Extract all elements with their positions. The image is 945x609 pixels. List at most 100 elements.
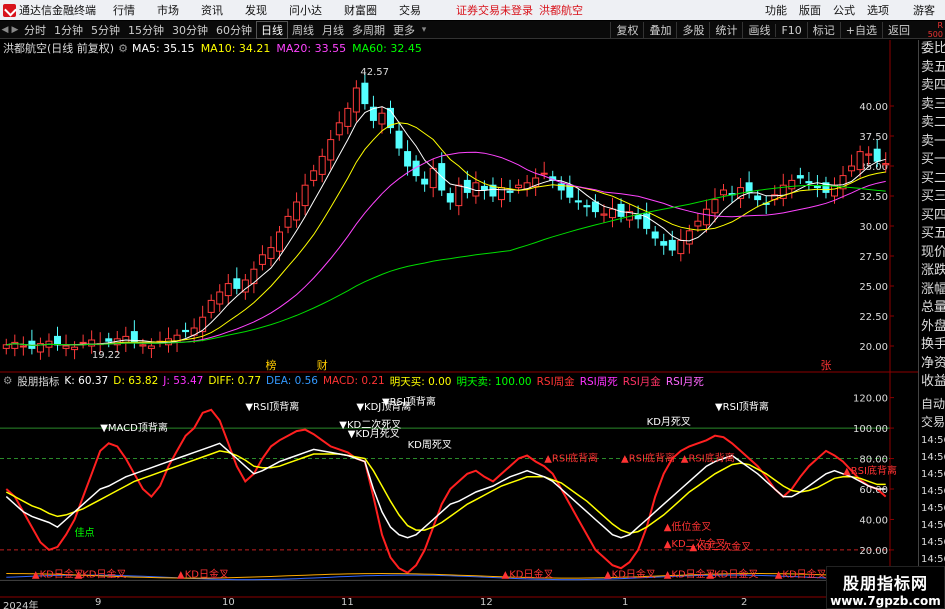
period-toolbar: ◀ ▶ 分时 1分钟 5分钟 15分钟 30分钟 60分钟 日线 周线 月线 多… bbox=[0, 20, 945, 39]
app-logo[interactable]: 通达信金融终端 bbox=[0, 2, 102, 18]
candle-body bbox=[848, 165, 856, 172]
rp-sell4[interactable]: 卖四 bbox=[919, 77, 945, 96]
period-weekly[interactable]: 周线 bbox=[288, 22, 318, 38]
menu-formula[interactable]: 公式 bbox=[827, 2, 861, 18]
trade-login-alert[interactable]: 证券交易未登录 bbox=[456, 2, 533, 18]
menu-options[interactable]: 选项 bbox=[861, 2, 895, 18]
menu-layout[interactable]: 版面 bbox=[793, 2, 827, 18]
nav-right-icon[interactable]: ▶ bbox=[10, 25, 20, 35]
guest-login[interactable]: 游客 bbox=[895, 2, 945, 18]
menu-item-wealth[interactable]: 财富圈 bbox=[333, 2, 388, 18]
top-menubar: 通达信金融终端 行情 市场 资讯 发现 问小达 财富圈 交易 证券交易未登录 洪… bbox=[0, 0, 945, 20]
rp-sell1[interactable]: 卖一 bbox=[919, 133, 945, 152]
candle-body bbox=[335, 122, 343, 136]
tool-f10[interactable]: F10 bbox=[775, 23, 806, 37]
candle-body bbox=[404, 151, 412, 167]
menu-item-discover[interactable]: 发现 bbox=[234, 2, 278, 18]
indicator-annotation: ▲KD二次金叉 bbox=[689, 540, 751, 553]
candle-body bbox=[293, 201, 301, 221]
candle-body bbox=[62, 345, 70, 349]
rp-volume[interactable]: 总量 bbox=[919, 299, 945, 318]
rsi-line bbox=[5, 408, 887, 575]
chart-canvas[interactable]: 40.0037.5035.0032.5030.0027.5025.0022.50… bbox=[0, 40, 918, 609]
tool-multi[interactable]: 多股 bbox=[676, 22, 709, 38]
rp-sell5[interactable]: 卖五 bbox=[919, 59, 945, 78]
rp-trade[interactable]: 交易 bbox=[919, 413, 945, 432]
candle-body bbox=[54, 335, 61, 346]
rsi-week-death: RSI周死 bbox=[579, 375, 618, 388]
tool-add-fav[interactable]: +自选 bbox=[839, 22, 882, 38]
kdj-j-value: J: 53.47 bbox=[163, 375, 204, 387]
menu-item-markets[interactable]: 市场 bbox=[146, 2, 190, 18]
rp-net-assets[interactable]: 净资 bbox=[919, 355, 945, 374]
more-chevron-icon[interactable]: ▾ bbox=[419, 25, 429, 35]
period-1min[interactable]: 1分钟 bbox=[50, 22, 87, 38]
period-more[interactable]: 更多 bbox=[389, 22, 419, 38]
candle-body bbox=[361, 82, 369, 105]
tool-back[interactable]: 返回 bbox=[882, 22, 915, 38]
period-30min[interactable]: 30分钟 bbox=[168, 22, 212, 38]
period-multi[interactable]: 多周期 bbox=[348, 22, 389, 38]
rp-change[interactable]: 涨跌 bbox=[919, 262, 945, 281]
tool-adjust[interactable]: 复权 bbox=[610, 22, 643, 38]
tool-overlay[interactable]: 叠加 bbox=[643, 22, 676, 38]
candle-body bbox=[105, 338, 113, 342]
tool-mark[interactable]: 标记 bbox=[806, 22, 840, 38]
rp-weibi[interactable]: 委比 bbox=[919, 40, 945, 59]
high-price-label: 42.57 bbox=[360, 67, 389, 78]
rp-buy2[interactable]: 买二 bbox=[919, 170, 945, 189]
ind-tick-label: 120.00 bbox=[853, 394, 888, 405]
watermark-url: www.7gpzb.com bbox=[830, 594, 941, 608]
ind-tick-label: 80.00 bbox=[859, 455, 888, 466]
menu-item-trade[interactable]: 交易 bbox=[388, 2, 432, 18]
candle-body bbox=[685, 230, 693, 245]
candle-body bbox=[754, 195, 762, 201]
candle-body bbox=[446, 193, 454, 203]
date-label-12: 12 bbox=[480, 597, 493, 608]
indicator-annotation: ▼KD月死叉 bbox=[348, 428, 400, 440]
date-label-year: 2024年 bbox=[3, 601, 39, 609]
rp-buy4[interactable]: 买四 bbox=[919, 207, 945, 226]
r-tag-top: R bbox=[937, 21, 943, 30]
nav-left-icon[interactable]: ◀ bbox=[0, 25, 10, 35]
period-intraday[interactable]: 分时 bbox=[20, 22, 50, 38]
event-mark: 财 bbox=[317, 358, 328, 372]
candle-body bbox=[421, 178, 429, 185]
price-tick-label: 32.50 bbox=[859, 192, 888, 203]
menu-item-ask[interactable]: 问小达 bbox=[278, 2, 333, 18]
rp-buy3[interactable]: 买三 bbox=[919, 188, 945, 207]
menubar-right: 功能 版面 公式 选项 游客 bbox=[759, 0, 945, 20]
rp-sell3[interactable]: 卖三 bbox=[919, 96, 945, 115]
candle-body bbox=[258, 254, 266, 265]
ind-tick-label: 20.00 bbox=[859, 546, 888, 557]
rp-earnings[interactable]: 收益 bbox=[919, 373, 945, 392]
menu-function[interactable]: 功能 bbox=[759, 2, 793, 18]
rp-buy1[interactable]: 买一 bbox=[919, 151, 945, 170]
rp-turnover[interactable]: 换手 bbox=[919, 336, 945, 355]
indicator-annotation: ▲RSI底背离 bbox=[843, 464, 897, 477]
tool-draw[interactable]: 画线 bbox=[742, 22, 775, 38]
candle-body bbox=[677, 239, 685, 255]
rp-auto[interactable]: 自动 bbox=[919, 395, 945, 414]
settings-gear-icon[interactable]: ⚙ bbox=[118, 42, 128, 55]
menu-item-news[interactable]: 资讯 bbox=[190, 2, 234, 18]
indicator-annotation: KD月死叉 bbox=[647, 416, 691, 428]
period-60min[interactable]: 60分钟 bbox=[212, 22, 256, 38]
period-monthly[interactable]: 月线 bbox=[318, 22, 348, 38]
indicator-gear-icon[interactable]: ⚙ bbox=[3, 375, 12, 387]
rp-buy5[interactable]: 买五 bbox=[919, 225, 945, 244]
rp-outer[interactable]: 外盘 bbox=[919, 318, 945, 337]
candle-body bbox=[395, 130, 403, 149]
candle-body bbox=[711, 199, 719, 214]
candle-body bbox=[694, 220, 702, 227]
rp-price[interactable]: 现价 bbox=[919, 244, 945, 263]
period-daily[interactable]: 日线 bbox=[256, 20, 288, 39]
rp-change-pct[interactable]: 涨幅 bbox=[919, 281, 945, 300]
period-15min[interactable]: 15分钟 bbox=[124, 22, 168, 38]
tool-stats[interactable]: 统计 bbox=[709, 22, 742, 38]
menu-item-market[interactable]: 行情 bbox=[102, 2, 146, 18]
quote-side-panel: 委比 卖五 卖四 卖三 卖二 卖一 买一 买二 买三 买四 买五 现价 涨跌 涨… bbox=[918, 40, 945, 609]
period-5min[interactable]: 5分钟 bbox=[87, 22, 124, 38]
rp-sell2[interactable]: 卖二 bbox=[919, 114, 945, 133]
candle-body bbox=[583, 205, 591, 208]
